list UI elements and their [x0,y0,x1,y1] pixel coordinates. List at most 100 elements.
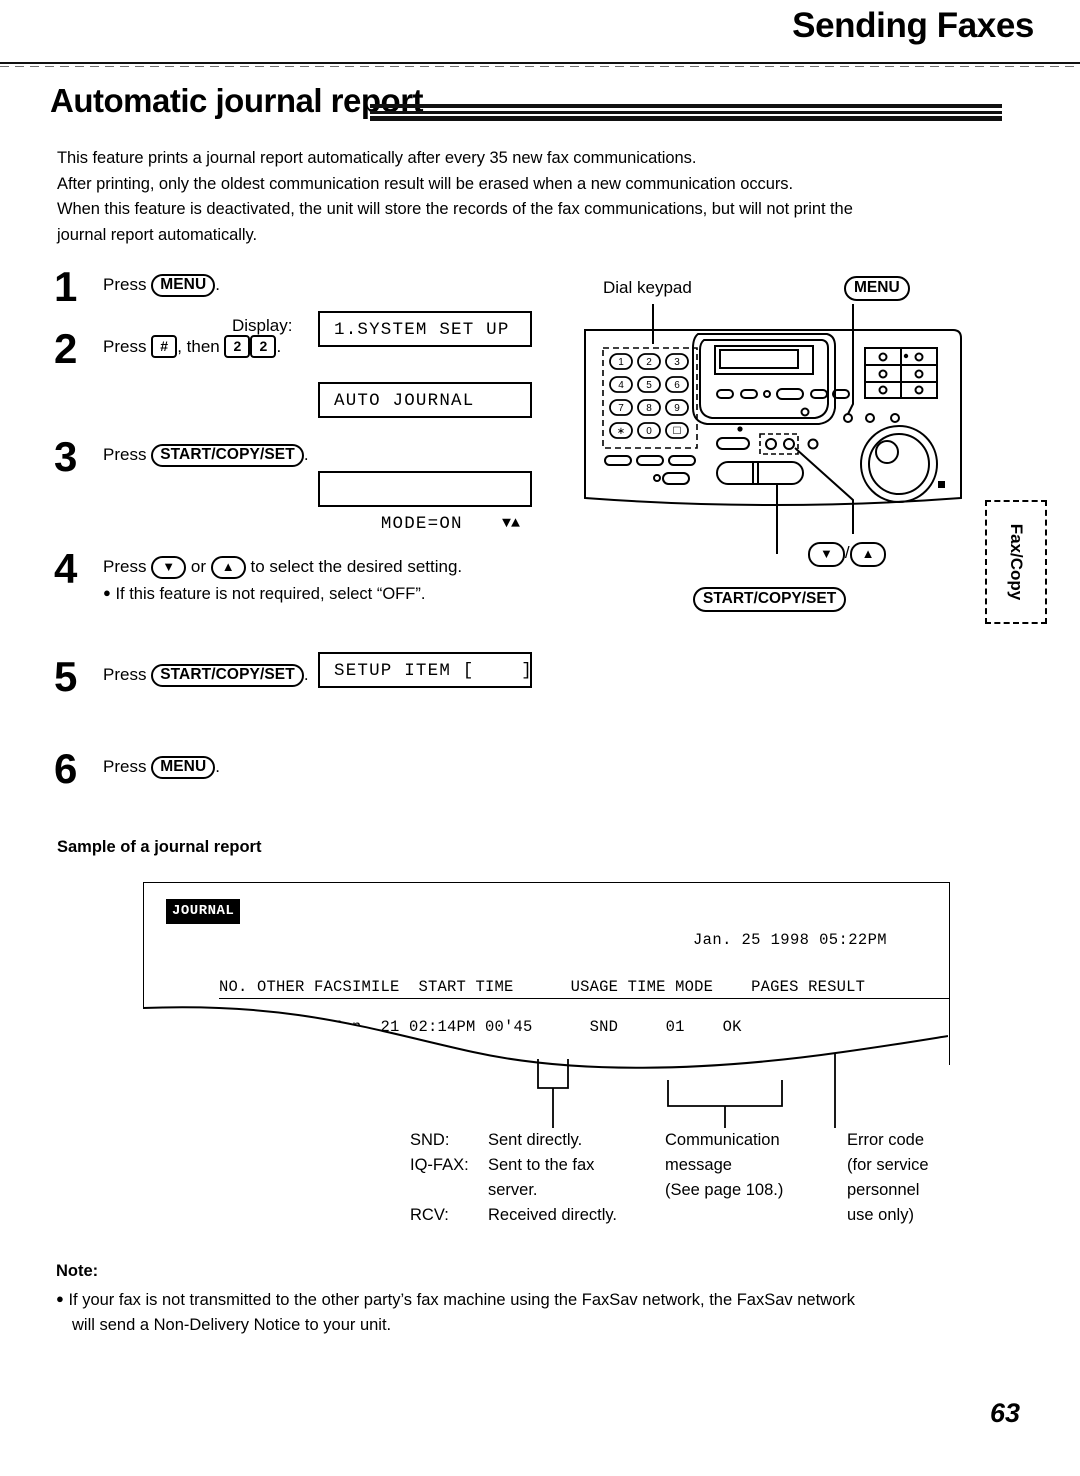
arrow-up-key[interactable]: ▲ [210,556,246,579]
legend-desc: Received directly. [488,1206,617,1224]
side-tab-fax-copy: Fax/Copy [985,500,1047,624]
error-legend-line-3: personnel [847,1181,920,1199]
step-1-press-label: Press [103,275,147,294]
lcd-setup-item: SETUP ITEM [ ] [318,652,532,688]
step-5-number: 5 [54,653,78,700]
step-4-text-b: or [190,557,207,576]
display-label: Display: [232,316,293,335]
error-code-legend: Error code (for service personnel use on… [847,1128,929,1228]
fax-machine-diagram: Dial keypad MENU 1 2 3 4 5 6 7 8 9 ∗ 0 ☐… [565,272,1035,632]
page-number: 63 [989,1398,1020,1428]
legend-desc: server. [488,1181,538,1199]
step-6-number: 6 [54,745,78,792]
svg-text:8: 8 [646,403,652,414]
step-2-mid-label: , then [177,337,220,356]
digit-key-2a[interactable]: 2 [224,335,251,358]
start-copy-set-key-callout[interactable]: START/COPY/SET [693,587,847,612]
menu-key-1[interactable]: MENU [151,274,216,297]
intro-paragraph: This feature prints a journal report aut… [57,146,1007,248]
step-2-number: 2 [54,325,78,372]
svg-text:9: 9 [674,403,680,414]
arrow-up-key-callout[interactable]: ▲ [849,542,887,567]
side-tab-label: Fax/Copy [1007,523,1026,601]
legend-row: RCV: Received directly. [410,1203,617,1228]
message-legend-line-1: Communication [665,1131,780,1149]
svg-text:☐: ☐ [673,426,682,437]
sample-heading: Sample of a journal report [57,838,262,856]
legend-row: IQ-FAX: Sent to the fax [410,1153,617,1178]
title-underline-bars [370,104,1002,121]
message-legend-line-2: message [665,1156,732,1174]
step-4-number: 4 [54,545,78,592]
start-copy-set-key-5[interactable]: START/COPY/SET [151,664,304,687]
legend-row: server. [410,1178,617,1203]
error-legend-line-1: Error code [847,1131,925,1149]
step-5-period: . [303,665,309,684]
arrow-down-key[interactable]: ▼ [151,556,187,579]
start-copy-set-key-3[interactable]: START/COPY/SET [151,444,304,467]
intro-line-3: When this feature is deactivated, the un… [57,200,853,218]
legend-desc: Sent to the fax [488,1156,595,1174]
legend-row: SND: Sent directly. [410,1128,617,1153]
svg-text:4: 4 [618,380,624,391]
svg-text:5: 5 [646,380,652,391]
mode-legend: SND: Sent directly. IQ-FAX: Sent to the fa… [410,1128,617,1228]
step-3-instruction: Press START/COPY/SET. [103,442,570,468]
lcd-arrow-icons: ▼▲ [501,515,520,532]
journal-column-headers: NO. OTHER FACSIMILE START TIME USAGE TIM… [219,978,949,999]
svg-text:∗: ∗ [617,426,625,437]
journal-date: Jan. 25 1998 05:22PM [692,931,887,949]
manual-page: Sending Faxes Automatic journal report T… [0,0,1080,1476]
lcd-mode-on-text: MODE=ON [380,514,463,534]
step-2-press-label: Press [103,337,147,356]
note-line-2: will send a Non-Delivery Notice to your … [72,1316,392,1334]
journal-report-sample: JOURNAL Jan. 25 1998 05:22PM NO. OTHER F… [143,882,950,1065]
step-1-period: . [215,275,220,294]
note-heading: Note: [56,1262,99,1280]
note-line-1: If your fax is not transmitted to the ot… [68,1291,856,1309]
svg-text:6: 6 [674,380,680,391]
arrow-down-key-callout[interactable]: ▼ [808,542,845,567]
intro-line-1: This feature prints a journal report aut… [57,149,697,167]
lcd-mode-on: ▼▲ MODE=ON [318,471,532,534]
step-4-text-a: Press [103,557,147,576]
message-legend: Communication message (See page 108.) [665,1128,783,1203]
hash-key[interactable]: # [151,335,178,358]
note-bullet-dot-icon: ● [56,1291,64,1306]
intro-line-4: journal report automatically. [57,225,258,244]
step-4: 4 Press ▼ or ▲ to select the desired set… [50,548,570,662]
step-1-instruction: Press MENU. [103,272,570,298]
lcd-system-set-up: 1.SYSTEM SET UP [318,311,532,347]
svg-text:0: 0 [646,426,652,437]
svg-text:7: 7 [618,403,624,414]
step-4-bullet: ● If this feature is not required, selec… [103,580,570,607]
section-title: Sending Faxes [792,6,1034,45]
page-title: Automatic journal report [50,82,424,119]
legend-desc: Sent directly. [488,1131,583,1149]
legend-term: SND: [410,1131,450,1149]
intro-line-2: After printing, only the oldest communic… [57,174,794,193]
note-body: ● If your fax is not transmitted to the … [56,1286,1016,1338]
nav-arrow-callout-group: ▼ / ▲ [808,542,887,567]
fax-machine-drawing: 1 2 3 4 5 6 7 8 9 ∗ 0 ☐ [584,304,962,554]
svg-text:3: 3 [674,357,680,368]
step-1-number: 1 [54,263,78,310]
step-6: 6 Press MENU. [50,748,570,798]
step-6-period: . [215,757,220,776]
step-6-press-label: Press [103,757,147,776]
header-rule [0,62,1080,67]
journal-logo: JOURNAL [166,899,241,924]
digit-key-2b[interactable]: 2 [250,335,277,358]
table-row: 01 3332222 Jan. 21 02:14PM 00'45 SND 01 … [162,1018,742,1036]
lcd-auto-journal: AUTO JOURNAL [318,382,532,418]
step-6-instruction: Press MENU. [103,754,570,780]
error-legend-line-2: (for service [847,1156,929,1174]
svg-text:1: 1 [618,357,624,368]
svg-text:2: 2 [646,357,652,368]
legend-term: RCV: [410,1206,449,1224]
step-5-press-label: Press [103,665,147,684]
callout-leader-lines [537,1054,836,1128]
bullet-dot-icon: ● [103,585,111,600]
error-legend-line-4: use only) [847,1206,914,1224]
menu-key-6[interactable]: MENU [151,756,216,779]
